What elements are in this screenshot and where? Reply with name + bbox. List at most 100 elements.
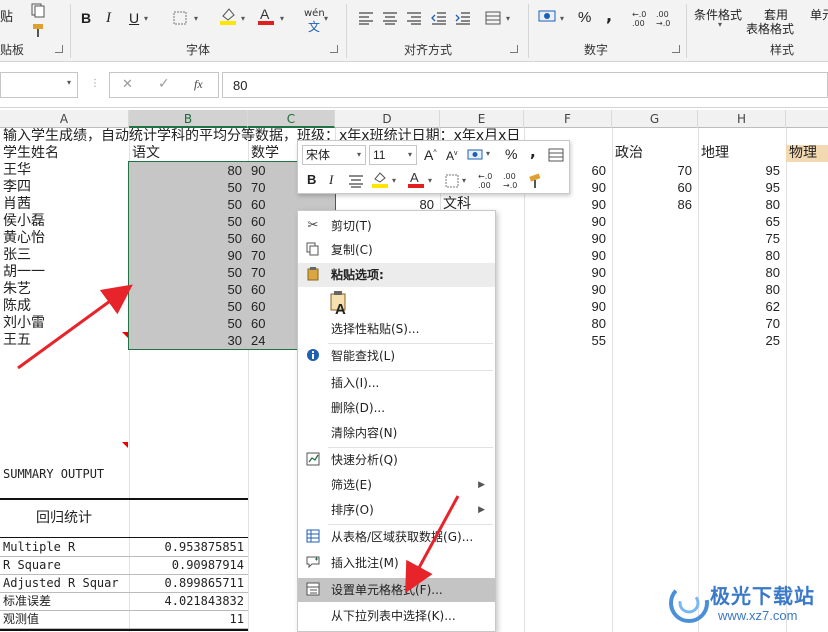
- score-cell-chinese[interactable]: 90: [129, 247, 248, 264]
- score-cell-f[interactable]: 90: [524, 213, 612, 230]
- score-cell-chinese[interactable]: 50: [129, 230, 248, 247]
- score-cell-politics[interactable]: [612, 281, 698, 298]
- accounting-format-icon[interactable]: [466, 145, 486, 165]
- menu-item-quick-analysis[interactable]: 快速分析(Q): [298, 448, 495, 472]
- stat-value-cell[interactable]: 4.021843832: [129, 593, 248, 610]
- italic-button[interactable]: I: [329, 172, 333, 188]
- score-cell-math[interactable]: 60: [251, 281, 265, 298]
- student-name-cell[interactable]: 胡一一: [3, 264, 123, 281]
- borders-dropdown-icon[interactable]: ▾: [462, 176, 466, 185]
- shrink-font-icon[interactable]: Av: [446, 149, 458, 163]
- cell-styles-button[interactable]: 单元: [810, 6, 828, 23]
- align-right-icon[interactable]: [404, 8, 424, 28]
- score-cell-politics[interactable]: [612, 213, 698, 230]
- score-cell-politics[interactable]: [612, 247, 698, 264]
- confirm-icon[interactable]: ✓: [158, 76, 170, 92]
- cond-format-dropdown-icon[interactable]: ▾: [718, 20, 722, 29]
- score-cell-politics[interactable]: [612, 230, 698, 247]
- score-cell-math[interactable]: 60: [251, 230, 265, 247]
- accounting-format-icon[interactable]: [538, 6, 558, 26]
- menu-item-paste-special[interactable]: 选择性粘贴(S)...: [298, 317, 495, 341]
- score-cell-geography[interactable]: 95: [698, 162, 786, 179]
- fill-dropdown-icon[interactable]: ▾: [392, 176, 396, 185]
- decrease-decimal-icon[interactable]: .00 →.0: [503, 172, 517, 190]
- stat-value-cell[interactable]: 0.90987914: [129, 557, 248, 574]
- name-box-dropdown-icon[interactable]: ▾: [67, 78, 71, 87]
- header-physics[interactable]: 物理: [786, 145, 828, 162]
- score-cell-politics[interactable]: 60: [612, 179, 698, 196]
- format-cells-icon[interactable]: [546, 145, 566, 165]
- insert-function-button[interactable]: fx: [194, 77, 203, 92]
- column-header-h[interactable]: H: [698, 110, 786, 128]
- name-box[interactable]: ▾: [0, 72, 78, 98]
- decrease-indent-icon[interactable]: [429, 8, 449, 28]
- score-cell-chinese[interactable]: 50: [129, 315, 248, 332]
- student-name-cell[interactable]: 李四: [3, 179, 123, 196]
- score-cell-geography[interactable]: 80: [698, 247, 786, 264]
- score-cell-chinese[interactable]: 50: [129, 196, 248, 213]
- score-cell-chinese[interactable]: 50: [129, 264, 248, 281]
- formula-bar-grip-icon[interactable]: ⋮: [90, 78, 100, 89]
- stat-label-cell[interactable]: 标准误差: [3, 593, 129, 610]
- percent-button[interactable]: %: [505, 146, 517, 162]
- score-cell-math[interactable]: 70: [251, 264, 265, 281]
- score-cell-f[interactable]: 90: [524, 298, 612, 315]
- score-cell-geography[interactable]: 80: [698, 281, 786, 298]
- font-color-dropdown-icon[interactable]: ▾: [428, 176, 432, 185]
- student-name-cell[interactable]: 朱艺: [3, 281, 123, 298]
- score-cell-math[interactable]: 70: [251, 247, 265, 264]
- decrease-decimal-icon[interactable]: .00 →.0: [656, 10, 670, 28]
- column-header-g[interactable]: G: [612, 110, 698, 128]
- score-cell-politics[interactable]: 70: [612, 162, 698, 179]
- column-header-c[interactable]: C: [248, 110, 335, 128]
- score-cell-geography[interactable]: 62: [698, 298, 786, 315]
- student-name-cell[interactable]: 陈成: [3, 298, 123, 315]
- score-cell-f[interactable]: 55: [524, 332, 612, 349]
- phonetic-dropdown-icon[interactable]: ▾: [324, 14, 328, 23]
- score-cell-geography[interactable]: 25: [698, 332, 786, 349]
- comma-button[interactable]: ,: [606, 6, 612, 25]
- font-name-box[interactable]: 宋体 ▾: [302, 145, 366, 165]
- score-cell-politics[interactable]: [612, 298, 698, 315]
- formula-input[interactable]: 80: [222, 72, 828, 98]
- score-cell-math[interactable]: 60: [251, 315, 265, 332]
- score-cell-chinese[interactable]: 50: [129, 298, 248, 315]
- borders-icon[interactable]: [170, 8, 190, 28]
- student-name-cell[interactable]: 王五: [3, 332, 123, 349]
- header-chinese[interactable]: 语文: [132, 145, 160, 162]
- score-cell-f[interactable]: 80: [524, 315, 612, 332]
- score-cell-f[interactable]: 90: [524, 230, 612, 247]
- grow-font-icon[interactable]: A^: [424, 147, 437, 163]
- cancel-icon[interactable]: ✕: [122, 77, 133, 92]
- merge-dropdown-icon[interactable]: ▾: [506, 14, 510, 23]
- underline-dropdown-icon[interactable]: ▾: [144, 14, 148, 23]
- score-cell-geography[interactable]: 80: [698, 196, 786, 213]
- stat-label-cell[interactable]: Adjusted R Squar: [3, 575, 129, 592]
- percent-button[interactable]: %: [578, 9, 591, 26]
- regression-title[interactable]: 回归统计: [36, 510, 92, 527]
- menu-item-sort[interactable]: 排序(O) ▶: [298, 498, 495, 522]
- font-size-box[interactable]: 11 ▾: [369, 145, 417, 165]
- menu-item-filter[interactable]: 筛选(E) ▶: [298, 473, 495, 497]
- score-cell-math[interactable]: 70: [251, 179, 265, 196]
- score-cell-chinese[interactable]: 50: [129, 213, 248, 230]
- score-cell-geography[interactable]: 75: [698, 230, 786, 247]
- fill-dropdown-icon[interactable]: ▾: [241, 14, 245, 23]
- center-align-icon[interactable]: [346, 171, 366, 191]
- score-cell-f[interactable]: 90: [524, 264, 612, 281]
- score-cell-f[interactable]: 90: [524, 281, 612, 298]
- increase-indent-icon[interactable]: [453, 8, 473, 28]
- menu-item-get-data[interactable]: 从表格/区域获取数据(G)...: [298, 525, 495, 549]
- score-cell-chinese[interactable]: 50: [129, 281, 248, 298]
- borders-dropdown-icon[interactable]: ▾: [194, 14, 198, 23]
- score-cell-geography[interactable]: 65: [698, 213, 786, 230]
- menu-item-smart-lookup[interactable]: 智能查找(L): [298, 344, 495, 368]
- score-cell-f[interactable]: 90: [524, 247, 612, 264]
- column-header-d[interactable]: D: [335, 110, 440, 128]
- font-launcher-icon[interactable]: [330, 45, 338, 53]
- stat-value-cell[interactable]: 0.899865711: [129, 575, 248, 592]
- column-header-b[interactable]: B: [129, 110, 248, 128]
- stat-value-cell[interactable]: 0.953875851: [129, 539, 248, 556]
- student-name-cell[interactable]: 黄心怡: [3, 230, 123, 247]
- student-name-cell[interactable]: 肖茜: [3, 196, 123, 213]
